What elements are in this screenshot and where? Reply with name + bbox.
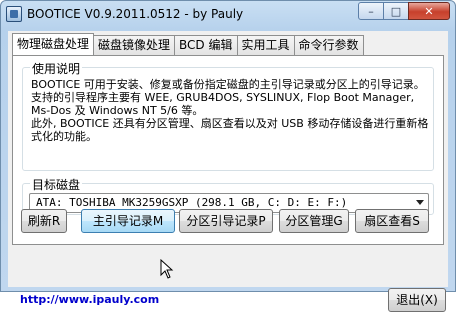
usage-group: 使用说明 BOOTICE 可用于安装、修复或备份指定磁盘的主引导记录或分区上的引… (22, 60, 434, 171)
sector-view-button[interactable]: 扇区查看S (355, 209, 429, 233)
tab-physical-disk[interactable]: 物理磁盘处理 (12, 33, 95, 55)
website-link[interactable]: http://www.ipauly.com (20, 293, 159, 306)
tab-disk-image[interactable]: 磁盘镜像处理 (93, 35, 176, 55)
target-disk-label: 目标磁盘 (30, 176, 83, 193)
usage-label: 使用说明 (30, 60, 83, 77)
window-controls: – □ ✕ (358, 2, 450, 20)
chevron-down-icon[interactable] (416, 200, 424, 205)
tab-strip: 物理磁盘处理 磁盘镜像处理 BCD 编辑 实用工具 命令行参数 (12, 33, 364, 55)
maximize-button[interactable]: □ (383, 2, 409, 20)
minimize-button[interactable]: – (358, 2, 384, 20)
app-window: BOOTICE V0.9.2011.0512 - by Pauly – □ ✕ … (0, 0, 456, 312)
tab-command-line[interactable]: 命令行参数 (293, 35, 364, 55)
action-buttons: 刷新R 主引导记录M 分区引导记录P 分区管理G 扇区查看S (21, 209, 451, 235)
mouse-pointer-icon (160, 259, 174, 279)
close-button[interactable]: ✕ (408, 2, 450, 20)
refresh-button[interactable]: 刷新R (21, 209, 67, 233)
tab-utilities[interactable]: 实用工具 (236, 35, 295, 55)
usage-text: BOOTICE 可用于安装、修复或备份指定磁盘的主引导记录或分区上的引导记录。支… (31, 78, 429, 143)
client-area: 物理磁盘处理 磁盘镜像处理 BCD 编辑 实用工具 命令行参数 使用说明 BOO… (8, 31, 451, 312)
app-icon (6, 6, 22, 22)
window-title: BOOTICE V0.9.2011.0512 - by Pauly (27, 7, 244, 21)
tab-bcd-edit[interactable]: BCD 编辑 (174, 35, 238, 55)
title-bar[interactable]: BOOTICE V0.9.2011.0512 - by Pauly – □ ✕ (1, 1, 455, 29)
selected-disk-value: ATA: TOSHIBA MK3259GSXP (298.1 GB, C: D:… (36, 196, 348, 209)
mbr-button[interactable]: 主引导记录M (81, 209, 175, 233)
pbr-button[interactable]: 分区引导记录P (179, 209, 273, 233)
partition-manage-button[interactable]: 分区管理G (279, 209, 349, 233)
